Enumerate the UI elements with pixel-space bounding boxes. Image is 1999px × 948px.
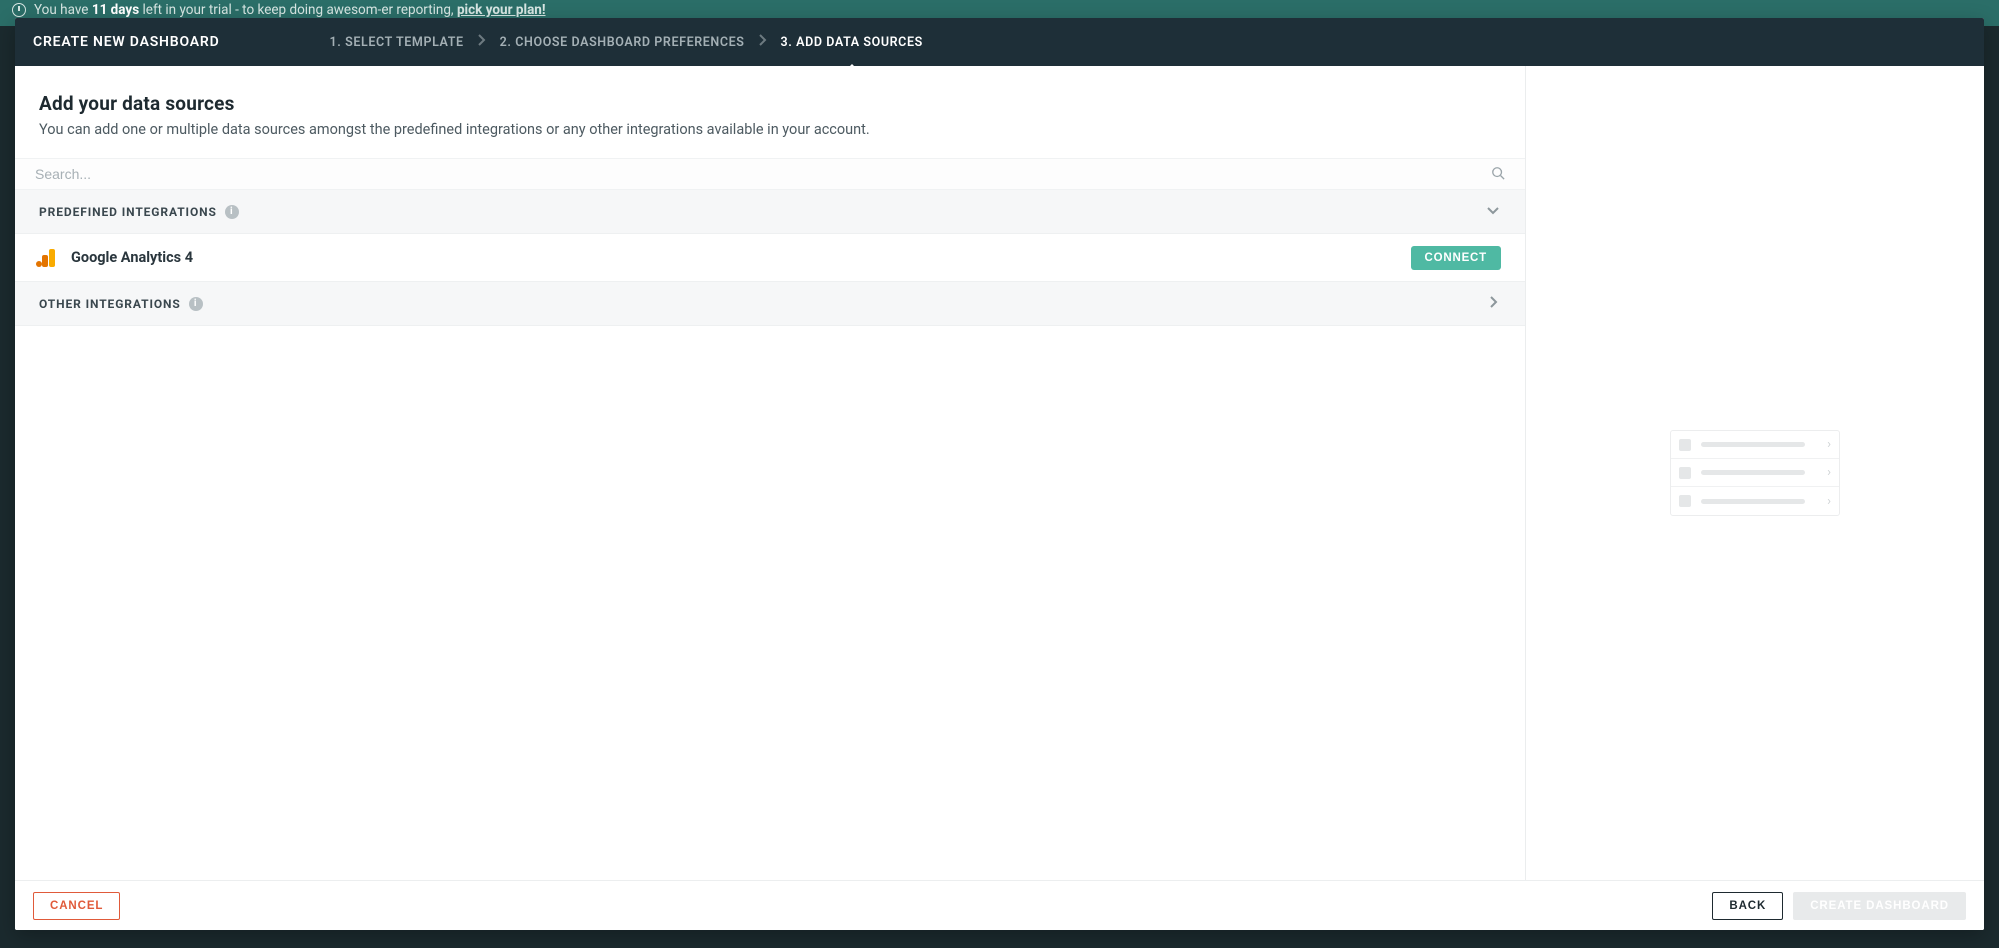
chevron-right-icon[interactable]	[1485, 291, 1501, 316]
wizard-title: CREATE NEW DASHBOARD	[33, 34, 220, 50]
list-item: ›	[1671, 431, 1839, 459]
info-icon[interactable]: i	[225, 205, 239, 219]
step-add-data-sources[interactable]: 3. ADD DATA SOURCES	[781, 35, 923, 50]
search-icon[interactable]	[1491, 165, 1505, 184]
trial-text-middle: left in your trial - to keep doing aweso…	[143, 2, 454, 18]
google-analytics-icon	[39, 248, 59, 268]
section-label-other: OTHER INTEGRATIONS	[39, 297, 181, 311]
search-input[interactable]	[35, 166, 1491, 182]
right-panel: › › ›	[1526, 66, 1984, 880]
intro-block: Add your data sources You can add one or…	[15, 66, 1525, 158]
wizard-steps: 1. SELECT TEMPLATE 2. CHOOSE DASHBOARD P…	[330, 34, 923, 50]
chevron-right-icon	[759, 34, 767, 50]
page-heading: Add your data sources	[39, 92, 1501, 115]
step-choose-preferences[interactable]: 2. CHOOSE DASHBOARD PREFERENCES	[500, 35, 745, 50]
left-panel: Add your data sources You can add one or…	[15, 66, 1526, 880]
clock-icon	[12, 3, 26, 17]
placeholder-card: › › ›	[1670, 430, 1840, 516]
section-predefined-integrations[interactable]: PREDEFINED INTEGRATIONS i	[15, 190, 1525, 234]
info-icon[interactable]: i	[189, 297, 203, 311]
chevron-down-icon[interactable]	[1485, 199, 1501, 224]
create-dashboard-button: CREATE DASHBOARD	[1793, 892, 1966, 920]
list-item: ›	[1671, 459, 1839, 487]
connect-button[interactable]: CONNECT	[1411, 246, 1501, 270]
chevron-right-icon: ›	[1827, 437, 1831, 452]
page-subtitle: You can add one or multiple data sources…	[39, 121, 1501, 138]
create-dashboard-modal: CREATE NEW DASHBOARD 1. SELECT TEMPLATE …	[15, 18, 1984, 930]
chevron-right-icon	[478, 34, 486, 50]
pick-plan-link[interactable]: pick your plan!	[457, 2, 546, 18]
step-select-template[interactable]: 1. SELECT TEMPLATE	[330, 35, 464, 50]
cancel-button[interactable]: CANCEL	[33, 892, 120, 920]
integration-row-ga4: Google Analytics 4 CONNECT	[15, 234, 1525, 282]
list-item: ›	[1671, 487, 1839, 515]
search-bar	[15, 158, 1525, 190]
section-label-predefined: PREDEFINED INTEGRATIONS	[39, 205, 217, 219]
trial-days: 11 days	[92, 2, 139, 18]
integration-name: Google Analytics 4	[71, 249, 1411, 266]
section-other-integrations[interactable]: OTHER INTEGRATIONS i	[15, 282, 1525, 326]
back-button[interactable]: BACK	[1712, 892, 1783, 920]
modal-footer: CANCEL BACK CREATE DASHBOARD	[15, 880, 1984, 930]
chevron-right-icon: ›	[1827, 494, 1831, 509]
chevron-right-icon: ›	[1827, 465, 1831, 480]
trial-text-prefix: You have	[34, 2, 88, 18]
wizard-header: CREATE NEW DASHBOARD 1. SELECT TEMPLATE …	[15, 18, 1984, 66]
